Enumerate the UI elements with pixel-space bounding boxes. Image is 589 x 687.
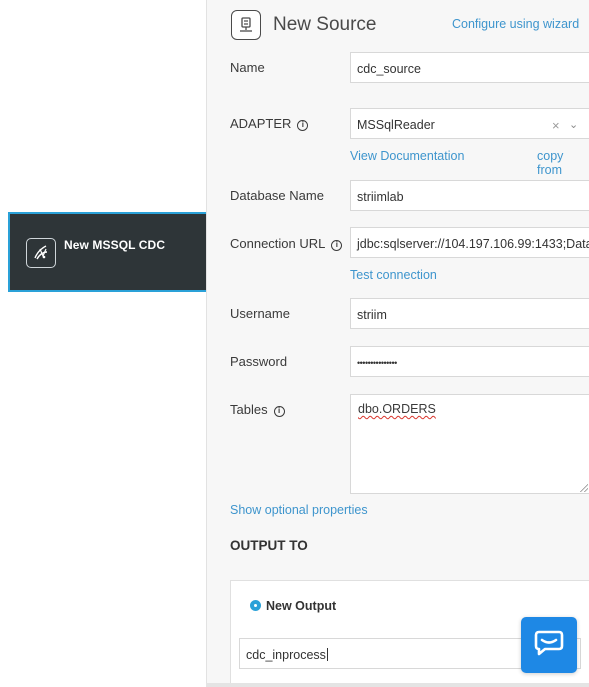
flow-node-mssql-cdc[interactable]: New MSSQL CDC <box>8 212 206 292</box>
adapter-label-text: ADAPTER <box>230 116 292 131</box>
info-icon[interactable]: i <box>273 406 285 417</box>
new-output-label[interactable]: New Output <box>266 599 336 613</box>
chat-button[interactable] <box>521 617 577 673</box>
tables-textarea[interactable]: dbo.ORDERS <box>350 394 589 494</box>
name-input[interactable]: cdc_source <box>350 52 589 83</box>
resize-handle-icon[interactable] <box>580 484 588 492</box>
password-input[interactable]: ••••••••••••••• <box>350 346 589 377</box>
flow-node-label: New MSSQL CDC <box>64 238 166 252</box>
bottom-scrollbar[interactable] <box>206 683 589 687</box>
database-icon <box>26 238 56 268</box>
configure-wizard-link[interactable]: Configure using wizard <box>452 17 579 31</box>
database-name-input[interactable]: striimlab <box>350 180 589 211</box>
properties-panel: New Source Configure using wizard Name c… <box>206 0 589 687</box>
chat-bubble-icon <box>534 629 564 662</box>
tables-label-text: Tables <box>230 402 268 417</box>
show-optional-properties-link[interactable]: Show optional properties <box>230 503 368 517</box>
text-cursor <box>326 648 328 661</box>
info-icon[interactable]: i <box>331 240 343 251</box>
view-documentation-link[interactable]: View Documentation <box>350 149 464 163</box>
panel-header: New Source <box>231 10 377 40</box>
connection-url-input[interactable]: jdbc:sqlserver://104.197.106.99:1433;Dat… <box>350 227 589 258</box>
source-icon <box>231 10 261 40</box>
info-icon[interactable]: i <box>297 120 309 131</box>
adapter-label: ADAPTER i <box>230 116 309 131</box>
name-label: Name <box>230 60 265 75</box>
username-label: Username <box>230 306 290 321</box>
password-label: Password <box>230 354 288 369</box>
copy-from-link[interactable]: copy from <box>537 149 589 177</box>
test-connection-link[interactable]: Test connection <box>350 268 437 282</box>
output-section-title: OUTPUT TO <box>230 538 308 553</box>
connection-url-label-text: Connection URL <box>230 236 326 251</box>
tables-value: dbo.ORDERS <box>358 402 436 416</box>
flow-canvas: New MSSQL CDC <box>0 0 206 687</box>
chevron-down-icon[interactable]: ⌄ <box>569 118 578 131</box>
connection-url-label: Connection URL i <box>230 236 343 251</box>
database-name-label: Database Name <box>230 188 324 203</box>
output-name-value: cdc_inprocess <box>246 648 326 662</box>
clear-icon[interactable]: × <box>552 118 560 133</box>
new-output-radio[interactable] <box>250 600 261 611</box>
tables-label: Tables i <box>230 402 285 417</box>
panel-title: New Source <box>273 14 377 35</box>
username-input[interactable]: striim <box>350 298 589 329</box>
